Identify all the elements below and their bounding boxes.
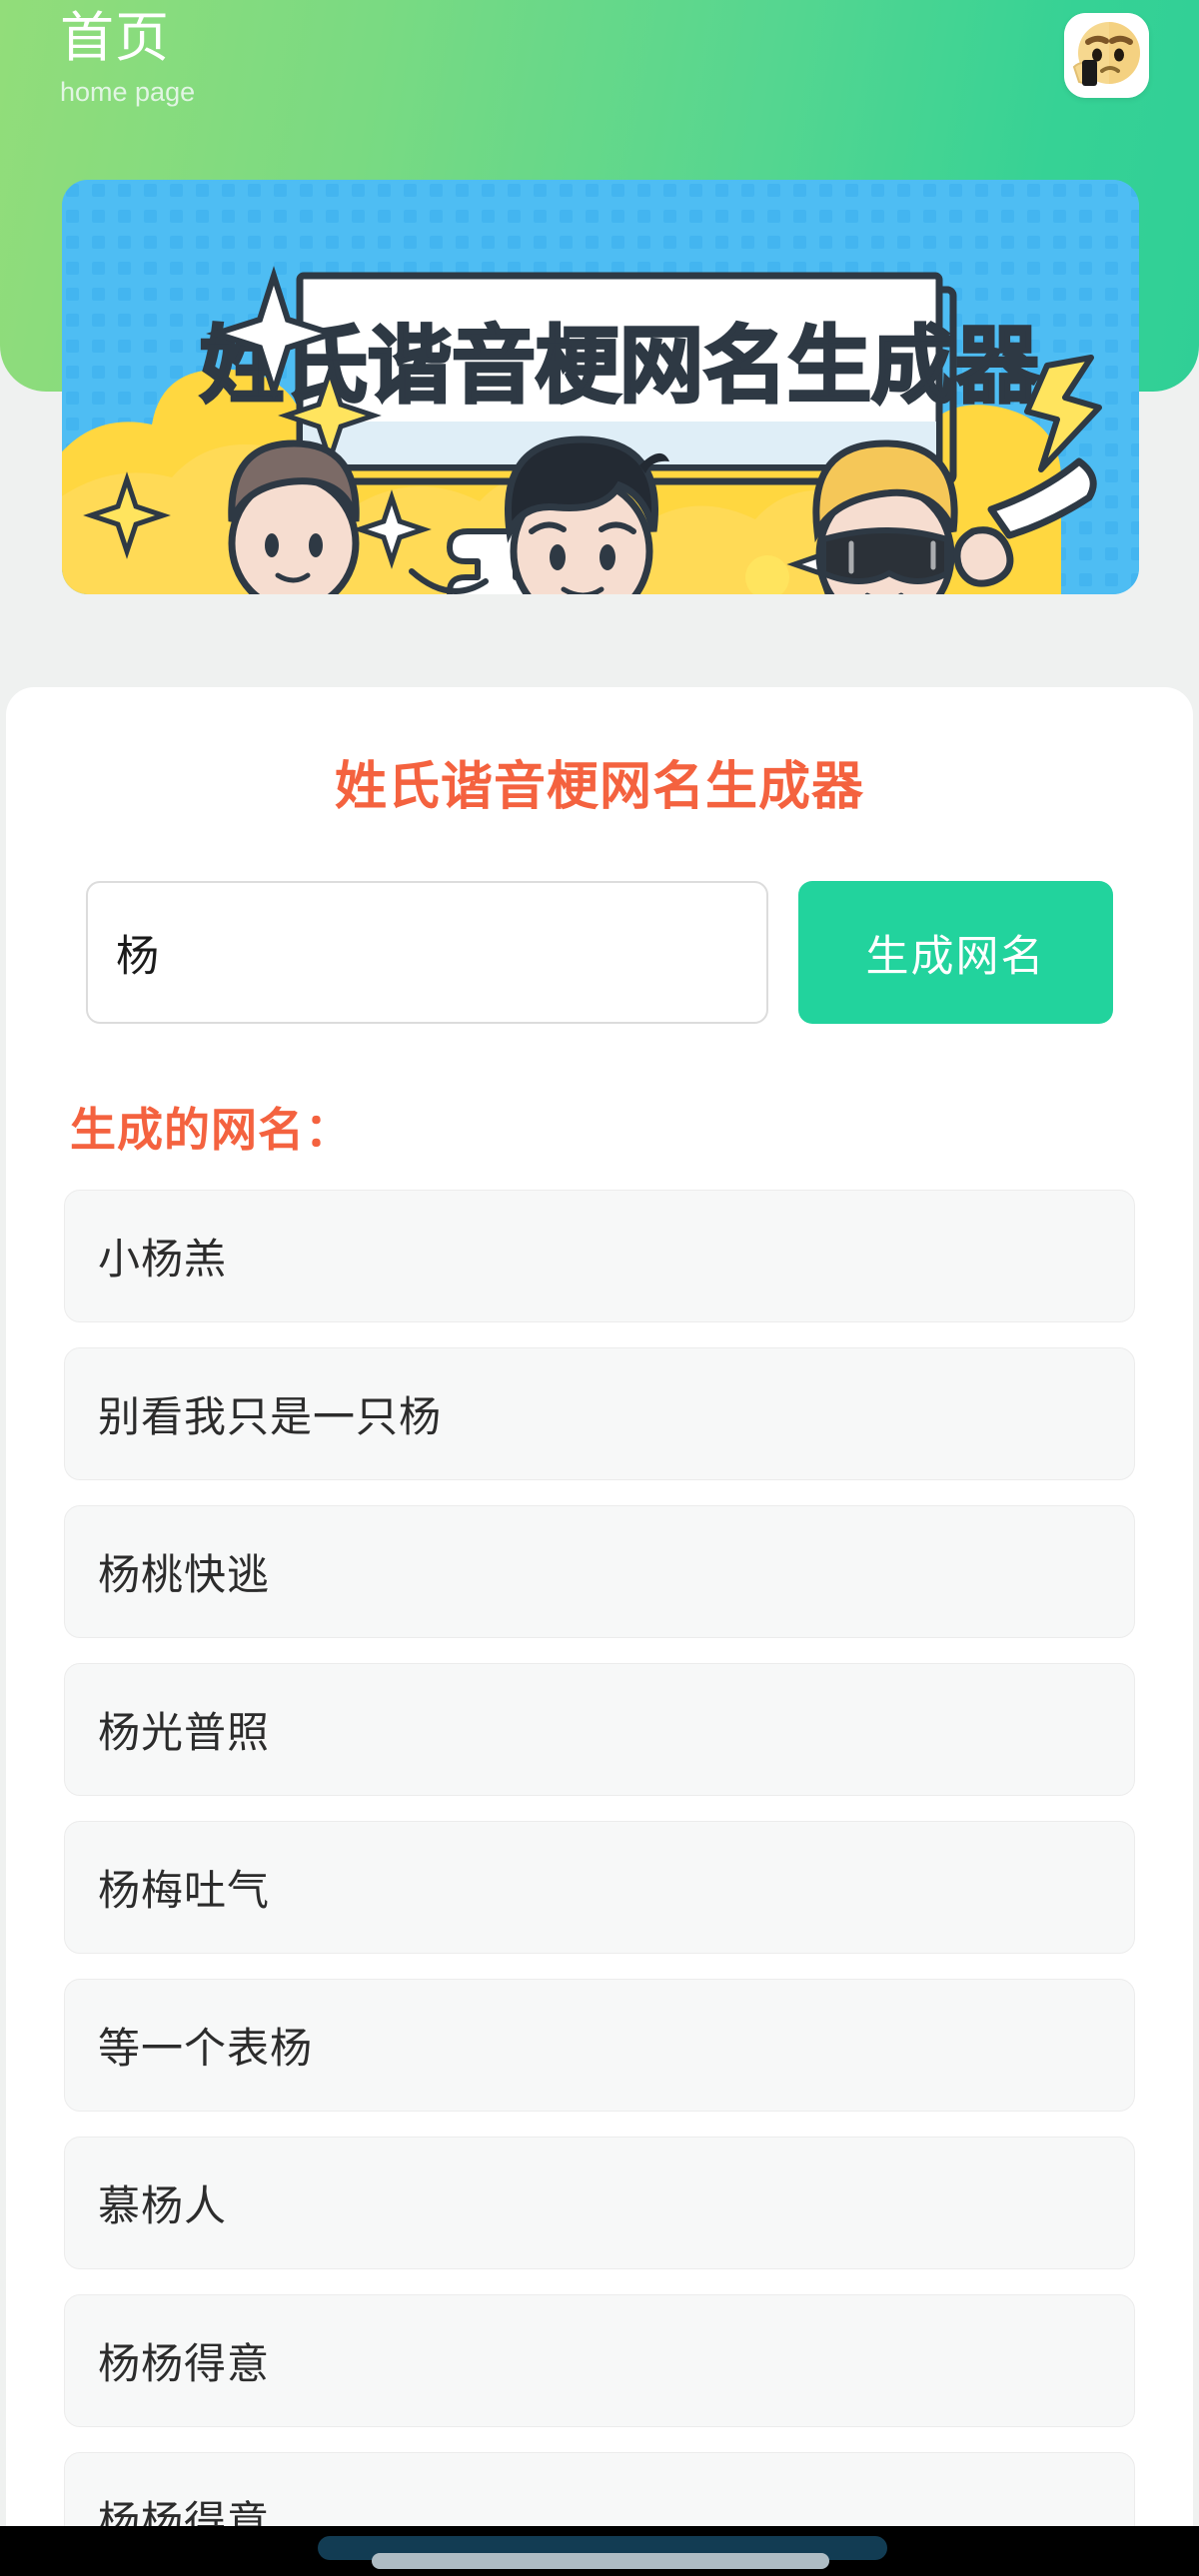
result-item[interactable]: 杨梅吐气 bbox=[64, 1821, 1135, 1954]
system-navigation-bar bbox=[0, 2526, 1199, 2576]
angry-thinking-face-emoji-icon bbox=[1064, 13, 1149, 98]
generator-card: 姓氏谐音梗网名生成器 生成网名 生成的网名： 小杨羔 别看我只是一只杨 杨桃快逃… bbox=[6, 687, 1193, 2545]
result-item[interactable]: 等一个表杨 bbox=[64, 1979, 1135, 2112]
result-item[interactable]: 小杨羔 bbox=[64, 1190, 1135, 1322]
surname-input[interactable] bbox=[86, 881, 768, 1024]
page-title: 首页 bbox=[60, 8, 170, 68]
result-item[interactable]: 杨杨得意 bbox=[64, 2294, 1135, 2427]
generate-button[interactable]: 生成网名 bbox=[798, 881, 1113, 1024]
results-list: 小杨羔 别看我只是一只杨 杨桃快逃 杨光普照 杨梅吐气 等一个表杨 慕杨人 杨杨… bbox=[64, 1190, 1135, 2545]
result-item[interactable]: 别看我只是一只杨 bbox=[64, 1347, 1135, 1480]
avatar[interactable] bbox=[1064, 13, 1149, 98]
result-item[interactable]: 慕杨人 bbox=[64, 2137, 1135, 2269]
result-item[interactable]: 杨光普照 bbox=[64, 1663, 1135, 1796]
generator-title: 姓氏谐音梗网名生成器 bbox=[334, 758, 864, 816]
result-item[interactable]: 杨桃快逃 bbox=[64, 1505, 1135, 1638]
promo-banner[interactable]: 姓氏谐音梗网名生成器 bbox=[62, 180, 1139, 594]
page-subtitle: home page bbox=[60, 77, 196, 107]
app-root: 首页 home page 姓氏谐音梗网名生成器 姓氏谐音梗网名生成器 杨 生成网… bbox=[0, 0, 1199, 2576]
generator-form: 生成网名 bbox=[64, 881, 1135, 1024]
results-heading: 生成的网名： bbox=[70, 1104, 352, 1156]
home-indicator[interactable] bbox=[372, 2553, 829, 2569]
header-text-block: 首页 home page bbox=[60, 6, 195, 110]
